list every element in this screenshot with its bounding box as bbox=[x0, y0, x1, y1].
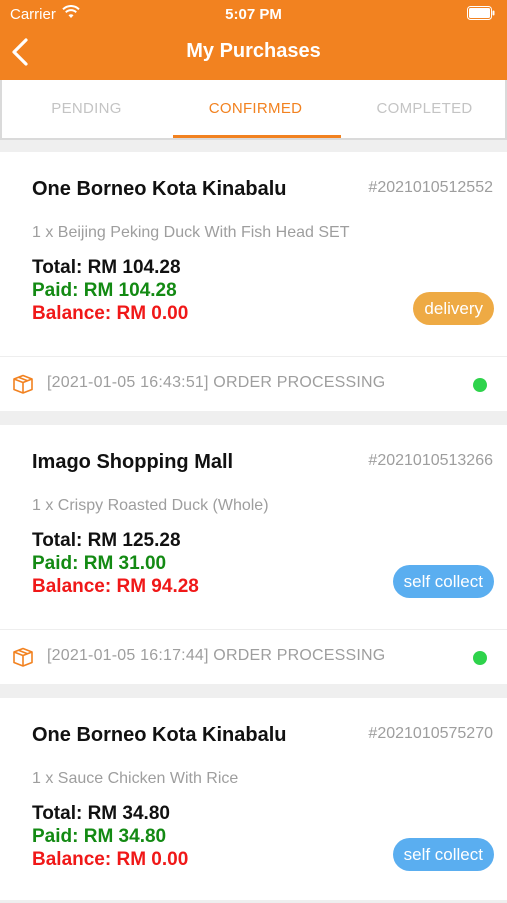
app-header: Carrier 5:07 PM My Purchases bbox=[0, 0, 507, 80]
order-paid: Paid: RM 31.00 bbox=[32, 553, 167, 574]
order-balance: Balance: RM 94.28 bbox=[32, 576, 199, 597]
order-card[interactable]: One Borneo Kota Kinabalu #2021010512552 … bbox=[0, 152, 507, 411]
order-status-tabs: PENDING CONFIRMED COMPLETED bbox=[0, 80, 507, 140]
order-item: 1 x Sauce Chicken With Rice bbox=[32, 770, 239, 787]
order-number: #2021010512552 bbox=[368, 179, 493, 196]
status-bar: Carrier 5:07 PM bbox=[0, 0, 507, 28]
package-icon bbox=[13, 374, 33, 394]
self-collect-badge[interactable]: self collect bbox=[392, 565, 494, 598]
clock: 5:07 PM bbox=[225, 6, 282, 23]
status-indicator bbox=[473, 651, 487, 665]
order-card[interactable]: Imago Shopping Mall #2021010513266 1 x C… bbox=[0, 425, 507, 684]
order-total: Total: RM 125.28 bbox=[32, 530, 181, 551]
order-total: Total: RM 34.80 bbox=[32, 803, 170, 824]
page-title: My Purchases bbox=[186, 40, 321, 62]
active-tab-indicator bbox=[173, 135, 341, 138]
order-status-text: [2021-01-05 16:17:44] ORDER PROCESSING bbox=[47, 647, 386, 664]
order-paid: Paid: RM 34.80 bbox=[32, 826, 167, 847]
order-item: 1 x Beijing Peking Duck With Fish Head S… bbox=[32, 224, 350, 241]
order-balance: Balance: RM 0.00 bbox=[32, 849, 189, 870]
store-name: One Borneo Kota Kinabalu bbox=[32, 724, 287, 746]
tab-pending[interactable]: PENDING bbox=[2, 80, 171, 138]
delivery-badge[interactable]: delivery bbox=[413, 292, 494, 325]
order-card[interactable]: One Borneo Kota Kinabalu #2021010575270 … bbox=[0, 698, 507, 903]
order-total: Total: RM 104.28 bbox=[32, 257, 181, 278]
tab-confirmed[interactable]: CONFIRMED bbox=[171, 80, 340, 138]
order-paid: Paid: RM 104.28 bbox=[32, 280, 177, 301]
battery-icon bbox=[467, 6, 495, 20]
order-balance: Balance: RM 0.00 bbox=[32, 303, 189, 324]
order-status-row: [2021-01-05 16:17:44] ORDER PROCESSING bbox=[0, 630, 507, 684]
order-item: 1 x Crispy Roasted Duck (Whole) bbox=[32, 497, 269, 514]
store-name: One Borneo Kota Kinabalu bbox=[32, 178, 287, 200]
package-icon bbox=[13, 647, 33, 667]
store-name: Imago Shopping Mall bbox=[32, 451, 234, 473]
order-number: #2021010575270 bbox=[368, 725, 493, 742]
order-status-text: [2021-01-05 16:43:51] ORDER PROCESSING bbox=[47, 374, 386, 391]
self-collect-badge[interactable]: self collect bbox=[392, 838, 494, 871]
status-indicator bbox=[473, 378, 487, 392]
order-number: #2021010513266 bbox=[368, 452, 493, 469]
order-status-row: [2021-01-05 16:43:51] ORDER PROCESSING bbox=[0, 357, 507, 411]
tab-completed[interactable]: COMPLETED bbox=[340, 80, 507, 138]
